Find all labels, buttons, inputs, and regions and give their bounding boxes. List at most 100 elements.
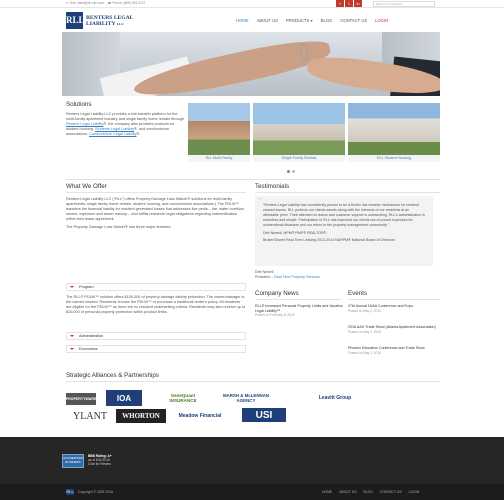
site-footer: ACCREDITED BUSINESS BBB Rating: A+ as of… [0, 437, 504, 500]
keys-icon [300, 44, 308, 60]
carousel-dots [287, 170, 295, 173]
divider [255, 299, 341, 300]
contact-info: ✉ Text: sales@rll.com.com ☎ Phone: (865)… [66, 1, 146, 5]
partner-logo-ioa[interactable]: IOA [106, 390, 142, 406]
students-legal-liability-link[interactable]: Students Legal Liability [95, 127, 134, 131]
accordion-label: Administration [79, 334, 104, 338]
footer-logo[interactable]: RLL [66, 489, 74, 495]
logo-text: RENTERS LEGAL LIABILITY LLC [86, 15, 133, 27]
solutions-title: Solutions [66, 101, 92, 108]
carousel-dot[interactable] [292, 170, 295, 173]
partner-logo-propertyware[interactable]: PROPERTYWARE [66, 393, 96, 405]
logo-llc: LLC [116, 21, 124, 26]
nav-about-us[interactable]: ABOUT US [253, 17, 282, 24]
event-item[interactable]: 27th Annual NJAA Conference and Expo Pos… [348, 304, 440, 313]
footer-bottom-bar: RLL Copyright © 2009-2016 HOME ABOUT US … [0, 484, 504, 500]
site-header: RLL RENTERS LEGAL LIABILITY LLC HOME ABO… [0, 8, 504, 32]
event-date: Posted on May 2, 2016 [348, 329, 381, 334]
copyright: Copyright © 2009-2016 [78, 490, 114, 494]
bbb-line: BUSINESS [65, 460, 81, 464]
partner-logo-senequant[interactable]: SeneQuant INSURANCE [158, 390, 208, 406]
news-item[interactable]: RLL® Increased Personal Property Limits … [255, 304, 343, 318]
testimonial-author: Deb Newell President – Real Time Propert… [255, 270, 320, 280]
event-date: Posted on May 2, 2016 [348, 350, 381, 355]
event-title[interactable]: 2016 AAG Trade Show (Atlanta Apartment A… [348, 325, 440, 330]
logo-mark: RLL [66, 12, 85, 29]
logo-line-2: LIABILITY [86, 20, 116, 27]
offer-paragraph: Renters Legal Liability LLC (“RLL”) offe… [66, 197, 245, 221]
footer-link-contact-us[interactable]: CONTACT US [380, 489, 402, 495]
solution-card-single-family[interactable]: Single Family Rentals [253, 103, 345, 162]
testimonials-title: Testimonials [255, 183, 290, 190]
divider [66, 381, 440, 382]
bbb-review-link[interactable]: Click for Review [88, 462, 112, 466]
renters-legal-liability-link[interactable]: Renters Legal Liability [66, 122, 103, 126]
partner-logo-ylant[interactable]: YLANT [66, 409, 114, 423]
nav-blog[interactable]: BLOG [317, 17, 337, 24]
testimonial-text: Deb Newell, MPM® RMP® REALTOR® [263, 230, 327, 235]
event-date: Posted on May 2, 2016 [348, 308, 381, 313]
twitter-icon[interactable]: t [345, 0, 353, 7]
accordion-label: Economics [79, 347, 98, 351]
social-links: f t in [336, 0, 362, 7]
accordion-program[interactable]: Program [66, 283, 246, 291]
student-housing-image [348, 103, 440, 155]
footer-link-about-us[interactable]: ABOUT US [339, 489, 356, 495]
facebook-icon[interactable]: f [336, 0, 344, 7]
carousel-dot[interactable] [287, 170, 290, 173]
quote-icon: “ [258, 196, 262, 205]
author-company-link[interactable]: Real Time Property Services [274, 275, 320, 279]
chevron-down-icon [70, 335, 74, 337]
offer-paragraph: The Property Damage Loss Waiver® has thr… [66, 225, 172, 229]
solution-card-multi-family[interactable]: RLL Multi-Family [188, 103, 250, 162]
divider [66, 179, 440, 180]
footer-link-login[interactable]: LOGIN [409, 489, 420, 495]
condominium-legal-liability-link[interactable]: Condominium Legal Liability [89, 132, 137, 136]
partner-logo-leavitt[interactable]: Leavitt Group [306, 392, 364, 404]
event-item[interactable]: 2016 AAG Trade Show (Atlanta Apartment A… [348, 325, 440, 334]
search-input[interactable]: Search the Website [373, 1, 435, 7]
author-role: President – [255, 275, 275, 279]
card-caption: Single Family Rentals [253, 155, 345, 162]
nav-login[interactable]: LOGIN [371, 17, 392, 24]
partner-logo-whorton[interactable]: WHORTON [116, 409, 166, 423]
nav-home[interactable]: HOME [232, 17, 253, 24]
accordion-label: Program [79, 285, 94, 289]
program-body: The RLL® PDLW™ solution offers $100,000 … [66, 295, 246, 314]
offer-text: Renters Legal Liability LLC (“RLL”) offe… [66, 197, 246, 233]
divider [255, 192, 440, 193]
what-we-offer-title: What We Offer [66, 183, 107, 190]
partner-logo-marsh-mclennan[interactable]: MARSH & McLENNAN AGENCY [214, 390, 278, 406]
testimonial-text: “Renters Legal Liability has consistentl… [263, 203, 425, 227]
card-caption: RLL Multi-Family [188, 155, 250, 162]
solution-card-student-housing[interactable]: RLL Student Housing [348, 103, 440, 162]
hero-image [62, 32, 440, 96]
footer-nav: HOME ABOUT US BLOG CONTACT US LOGIN [322, 489, 419, 495]
testimonial-text: Broker/Owner Real Time Leasing 2013-2014… [263, 238, 395, 243]
site-logo[interactable]: RLL RENTERS LEGAL LIABILITY LLC [66, 11, 133, 30]
accordion-economics[interactable]: Economics [66, 345, 246, 353]
solutions-text: Renters Legal Liability LLC provides a r… [66, 112, 184, 137]
footer-link-blog[interactable]: BLOG [363, 489, 372, 495]
testimonial-quote: “ “Renters Legal Liability has consisten… [255, 196, 433, 266]
chevron-down-icon [70, 286, 74, 288]
partner-logo-meadow-financial[interactable]: Meadow Financial [170, 409, 230, 423]
chevron-down-icon [70, 348, 74, 350]
alliances-title: Strategic Alliances & Partnerships [66, 372, 159, 379]
company-news-title: Company News [255, 290, 299, 297]
bbb-badge[interactable]: ACCREDITED BUSINESS [62, 454, 84, 468]
card-caption: RLL Student Housing [348, 155, 440, 162]
event-item[interactable]: Phoenix Education Conference and Trade S… [348, 346, 440, 355]
news-date: Posted on February 8, 2016 [255, 313, 295, 318]
linkedin-icon[interactable]: in [354, 0, 362, 7]
nav-contact-us[interactable]: CONTACT US [336, 17, 371, 24]
accordion-administration[interactable]: Administration [66, 332, 246, 340]
news-title[interactable]: RLL® Increased Personal Property Limits … [255, 304, 343, 313]
bbb-info: BBB Rating: A+ as of 5/11/2016 Click for… [88, 454, 112, 467]
nav-products[interactable]: PRODUCTS ▾ [282, 17, 317, 24]
solutions-text-part: Renters Legal Liability LLC provides a r… [66, 112, 184, 121]
footer-link-home[interactable]: HOME [322, 489, 332, 495]
top-bar: ✉ Text: sales@rll.com.com ☎ Phone: (865)… [0, 0, 504, 8]
multi-family-image [188, 103, 250, 155]
partner-logo-usi[interactable]: USI [242, 408, 286, 422]
